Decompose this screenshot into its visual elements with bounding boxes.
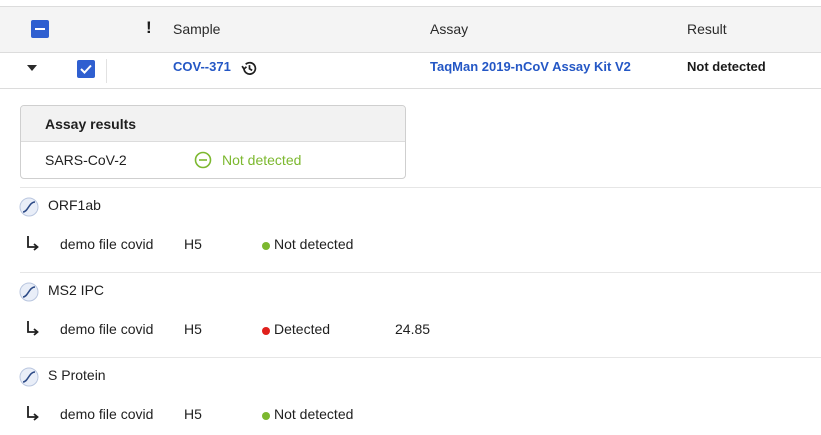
assay-target-name: SARS-CoV-2	[45, 152, 127, 168]
assay-link[interactable]: TaqMan 2019-nCoV Assay Kit V2	[430, 59, 631, 74]
divider	[20, 187, 821, 188]
sub-arrow-icon	[27, 236, 39, 251]
column-header-result[interactable]: Result	[687, 21, 727, 37]
target-name: S Protein	[48, 367, 106, 383]
not-detected-icon	[194, 151, 212, 169]
select-all-checkbox[interactable]	[31, 20, 49, 38]
assay-results-title: Assay results	[21, 106, 405, 142]
caret-down-icon[interactable]	[27, 65, 37, 71]
well-row: demo file covid H5 Detected 24.85	[0, 319, 821, 341]
well-status: Detected	[274, 321, 331, 337]
row-checkbox[interactable]	[77, 60, 95, 78]
amplification-curve-icon	[19, 367, 39, 387]
ct-value: 24.85	[395, 321, 431, 337]
table-header: ! Sample Assay Result	[0, 6, 821, 53]
warning-flag-icon[interactable]: !	[146, 18, 152, 38]
sub-arrow-icon	[27, 321, 39, 336]
file-name: demo file covid	[60, 236, 154, 252]
result-value: Not detected	[687, 59, 766, 74]
history-icon[interactable]	[240, 59, 259, 78]
target-header: MS2 IPC	[19, 280, 419, 302]
divider	[20, 272, 821, 273]
column-divider	[106, 59, 107, 83]
status-dot	[262, 412, 270, 420]
sample-link[interactable]: COV--371	[173, 59, 231, 74]
assay-status: Not detected	[222, 152, 302, 168]
well-id: H5	[184, 406, 202, 422]
well-row: demo file covid H5 Not detected	[0, 234, 821, 256]
column-header-sample[interactable]: Sample	[173, 21, 220, 37]
divider	[20, 357, 821, 358]
file-name: demo file covid	[60, 321, 154, 337]
target-name: MS2 IPC	[48, 282, 105, 298]
target-header: S Protein	[19, 365, 419, 387]
amplification-curve-icon	[19, 197, 39, 217]
minus-checkbox-icon	[35, 28, 45, 30]
table-row: COV--371 TaqMan 2019-nCoV Assay Kit V2 N…	[0, 53, 821, 89]
column-header-assay[interactable]: Assay	[430, 21, 468, 37]
target-header: ORF1ab	[19, 195, 419, 217]
status-dot	[262, 327, 270, 335]
assay-results-panel: Assay results SARS-CoV-2 Not detected	[20, 105, 406, 179]
status-dot	[262, 242, 270, 250]
well-status: Not detected	[274, 406, 354, 422]
checkbox-checked-icon	[80, 64, 92, 74]
amplification-curve-icon	[19, 282, 39, 302]
well-id: H5	[184, 236, 202, 252]
sub-arrow-icon	[27, 406, 39, 421]
target-name: ORF1ab	[48, 197, 101, 213]
well-id: H5	[184, 321, 202, 337]
well-row: demo file covid H5 Not detected	[0, 404, 821, 426]
well-status: Not detected	[274, 236, 354, 252]
file-name: demo file covid	[60, 406, 154, 422]
